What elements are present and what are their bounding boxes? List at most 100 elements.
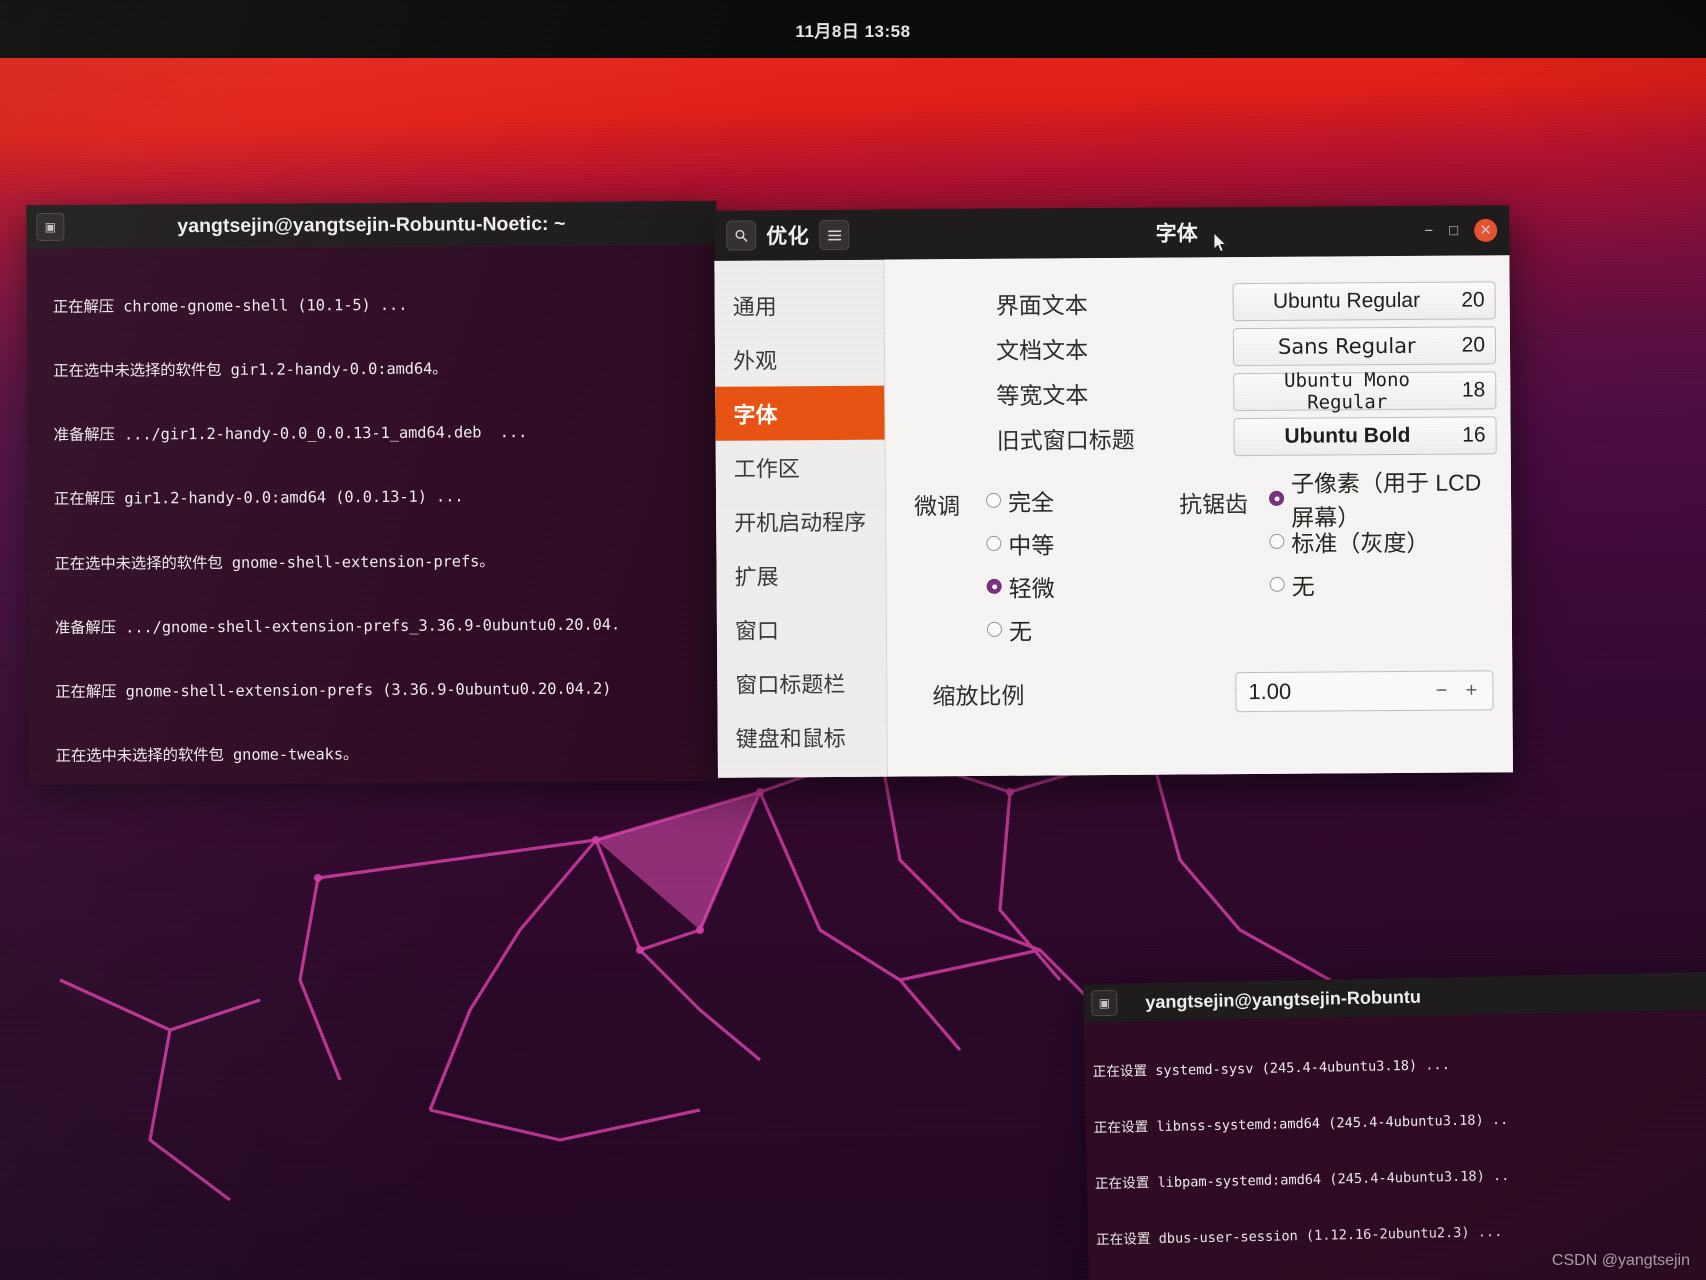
font-size-legacy-titlebar: 16 [1450, 423, 1486, 447]
scaling-factor-label: 缩放比例 [905, 675, 1235, 711]
terminal-line: 正在解压 gnome-shell-extension-prefs (3.36.9… [29, 678, 719, 704]
sidebar-item-workspaces[interactable]: 工作区 [716, 440, 885, 495]
tweaks-sidebar[interactable]: 通用 外观 字体 工作区 开机启动程序 扩展 窗口 窗口标题栏 键盘和鼠标 顶栏 [714, 260, 888, 778]
terminal-window-secondary[interactable]: ▣ yangtsejin@yangtsejin-Robuntu 正在设置 sys… [1083, 972, 1706, 1280]
radio-icon-selected[interactable] [1269, 491, 1284, 506]
terminal2-output[interactable]: 正在设置 systemd-sysv (245.4-4ubuntu3.18) ..… [1084, 1010, 1706, 1280]
minimize-button[interactable]: − [1424, 223, 1433, 238]
font-button-document[interactable]: Sans Regular 20 [1233, 326, 1496, 366]
sidebar-item-windows[interactable]: 窗口 [717, 602, 886, 657]
font-row-legacy-titlebar: 旧式窗口标题 Ubuntu Bold 16 [903, 412, 1496, 461]
tweaks-app-title: 优化 [766, 220, 809, 250]
antialiasing-option-subpixel[interactable]: 子像素（用于 LCD 屏幕） [1269, 475, 1497, 520]
font-button-legacy-titlebar[interactable]: Ubuntu Bold 16 [1233, 416, 1496, 456]
terminal-icon: ▣ [1091, 990, 1118, 1017]
hinting-option-medium[interactable]: 中等 [986, 521, 1054, 564]
hinting-option-none-label: 无 [1009, 612, 1032, 646]
sidebar-item-extensions[interactable]: 扩展 [716, 548, 885, 603]
terminal-line: 正在设置 systemd-sysv (245.4-4ubuntu3.18) ..… [1085, 1051, 1706, 1082]
radio-icon[interactable] [986, 536, 1001, 551]
hinting-option-full-label: 完全 [1008, 483, 1054, 517]
antialiasing-option-none[interactable]: 无 [1270, 561, 1498, 606]
close-button[interactable]: ✕ [1474, 219, 1497, 242]
font-button-monospace[interactable]: Ubuntu Mono Regular 18 [1233, 371, 1496, 411]
tweaks-body: 通用 外观 字体 工作区 开机启动程序 扩展 窗口 窗口标题栏 键盘和鼠标 顶栏… [714, 255, 1513, 778]
font-settings-list: 界面文本 Ubuntu Regular 20 文档文本 Sans Regular… [903, 277, 1497, 461]
scaling-decrement-button[interactable]: − [1426, 679, 1456, 702]
radio-icon[interactable] [1270, 577, 1285, 592]
tweaks-headerbar[interactable]: 优化 字体 − □ ✕ [714, 205, 1509, 261]
antialiasing-option-subpixel-label: 子像素（用于 LCD 屏幕） [1291, 463, 1497, 532]
font-button-interface[interactable]: Ubuntu Regular 20 [1233, 281, 1496, 321]
antialiasing-group: 抗锯齿 子像素（用于 LCD 屏幕） 标准（灰度） [1179, 475, 1498, 606]
search-glyph [734, 229, 748, 243]
terminal-line: 正在处理用于 plymouth-theme-ubuntu-text (0.9.4… [1089, 1274, 1706, 1280]
radio-icon-selected[interactable] [987, 579, 1002, 594]
font-row-monospace: 等宽文本 Ubuntu Mono Regular 18 [903, 367, 1496, 416]
font-row-interface: 界面文本 Ubuntu Regular 20 [903, 277, 1496, 326]
antialiasing-option-none-label: 无 [1292, 567, 1315, 601]
maximize-button[interactable]: □ [1449, 223, 1458, 238]
hinting-option-medium-label: 中等 [1008, 526, 1054, 560]
radio-icon[interactable] [1269, 534, 1284, 549]
window-controls: − □ ✕ [1424, 219, 1497, 243]
terminal-title: yangtsejin@yangtsejin-Robuntu-Noetic: ~ [26, 211, 716, 238]
font-rendering-options: 微调 完全 中等 轻微 [904, 473, 1498, 647]
font-name-legacy-titlebar: Ubuntu Bold [1245, 423, 1451, 448]
hinting-option-full[interactable]: 完全 [986, 478, 1054, 521]
sidebar-item-appearance[interactable]: 外观 [715, 332, 884, 387]
hinting-option-none[interactable]: 无 [987, 607, 1055, 650]
mouse-cursor-icon [1214, 233, 1228, 253]
hamburger-menu-icon[interactable] [819, 220, 849, 250]
sidebar-item-fonts[interactable]: 字体 [715, 386, 884, 441]
terminal-line: 正在设置 libpam-systemd:amd64 (245.4-4ubuntu… [1087, 1162, 1706, 1193]
gnome-top-bar: 11月8日 13:58 [0, 0, 1706, 58]
hinting-group: 微调 完全 中等 轻微 [914, 478, 1055, 651]
sidebar-item-titlebars[interactable]: 窗口标题栏 [717, 656, 886, 711]
radio-icon[interactable] [986, 493, 1001, 508]
hamburger-glyph [828, 229, 841, 240]
terminal-titlebar[interactable]: ▣ yangtsejin@yangtsejin-Robuntu-Noetic: … [26, 201, 716, 249]
terminal-line: 准备解压 .../gnome-shell-extension-prefs_3.3… [29, 614, 719, 640]
scaling-factor-spinner[interactable]: 1.00 − + [1235, 670, 1493, 712]
font-size-monospace: 18 [1450, 378, 1486, 402]
topbar-clock[interactable]: 11月8日 13:58 [0, 0, 1706, 58]
font-label-legacy-titlebar: 旧式窗口标题 [904, 420, 1234, 456]
font-size-document: 20 [1450, 333, 1486, 357]
sidebar-item-top-bar[interactable]: 顶栏 [718, 764, 887, 778]
sidebar-item-keyboard-mouse[interactable]: 键盘和鼠标 [718, 710, 887, 765]
font-name-document: Sans Regular [1244, 333, 1450, 358]
scaling-factor-value[interactable]: 1.00 [1248, 678, 1426, 705]
antialiasing-option-standard-label: 标准（灰度） [1291, 523, 1429, 558]
terminal2-title: yangtsejin@yangtsejin-Robuntu [1145, 980, 1706, 1013]
sidebar-item-startup-apps[interactable]: 开机启动程序 [716, 494, 885, 549]
terminal-line: 正在选中未选择的软件包 gir1.2-handy-0.0:amd64。 [27, 357, 717, 383]
font-row-document: 文档文本 Sans Regular 20 [903, 322, 1496, 371]
watermark: CSDN @yangtsejin [1552, 1252, 1690, 1270]
terminal-window-main[interactable]: ▣ yangtsejin@yangtsejin-Robuntu-Noetic: … [26, 201, 720, 785]
terminal-line: 正在设置 libnss-systemd:amd64 (245.4-4ubuntu… [1086, 1107, 1706, 1138]
hinting-label: 微调 [914, 487, 960, 521]
terminal-line: 正在解压 gir1.2-handy-0.0:amd64 (0.0.13-1) .… [28, 485, 718, 511]
terminal-line: 正在解压 chrome-gnome-shell (10.1-5) ... [27, 293, 717, 319]
font-name-monospace: Ubuntu Mono Regular [1244, 368, 1450, 413]
font-name-interface: Ubuntu Regular [1244, 288, 1450, 313]
scaling-increment-button[interactable]: + [1456, 679, 1486, 702]
font-label-interface: 界面文本 [903, 285, 1233, 321]
terminal-output[interactable]: 正在解压 chrome-gnome-shell (10.1-5) ... 正在选… [27, 245, 720, 785]
sidebar-item-general[interactable]: 通用 [715, 278, 884, 333]
radio-icon[interactable] [987, 622, 1002, 637]
gnome-tweaks-window[interactable]: 优化 字体 − □ ✕ 通用 [714, 205, 1513, 778]
tweaks-headerbar-right: 字体 − □ ✕ [884, 205, 1509, 259]
scaling-factor-row: 缩放比例 1.00 − + [905, 670, 1498, 714]
screen-photo: 11月8日 13:58 ▣ yangtsejin@yangtsejin-Robu… [0, 0, 1706, 1280]
terminal-icon: ▣ [36, 213, 64, 241]
font-label-document: 文档文本 [903, 330, 1233, 366]
search-icon[interactable] [726, 220, 756, 250]
terminal-line: 准备解压 .../gir1.2-handy-0.0_0.0.13-1_amd64… [28, 421, 718, 447]
tweaks-fonts-panel: 界面文本 Ubuntu Regular 20 文档文本 Sans Regular… [884, 255, 1513, 776]
terminal-line: 正在设置 dbus-user-session (1.12.16-2ubuntu2… [1088, 1218, 1706, 1249]
font-size-interface: 20 [1449, 288, 1485, 312]
font-label-monospace: 等宽文本 [903, 375, 1233, 411]
hinting-option-slight[interactable]: 轻微 [987, 564, 1055, 607]
